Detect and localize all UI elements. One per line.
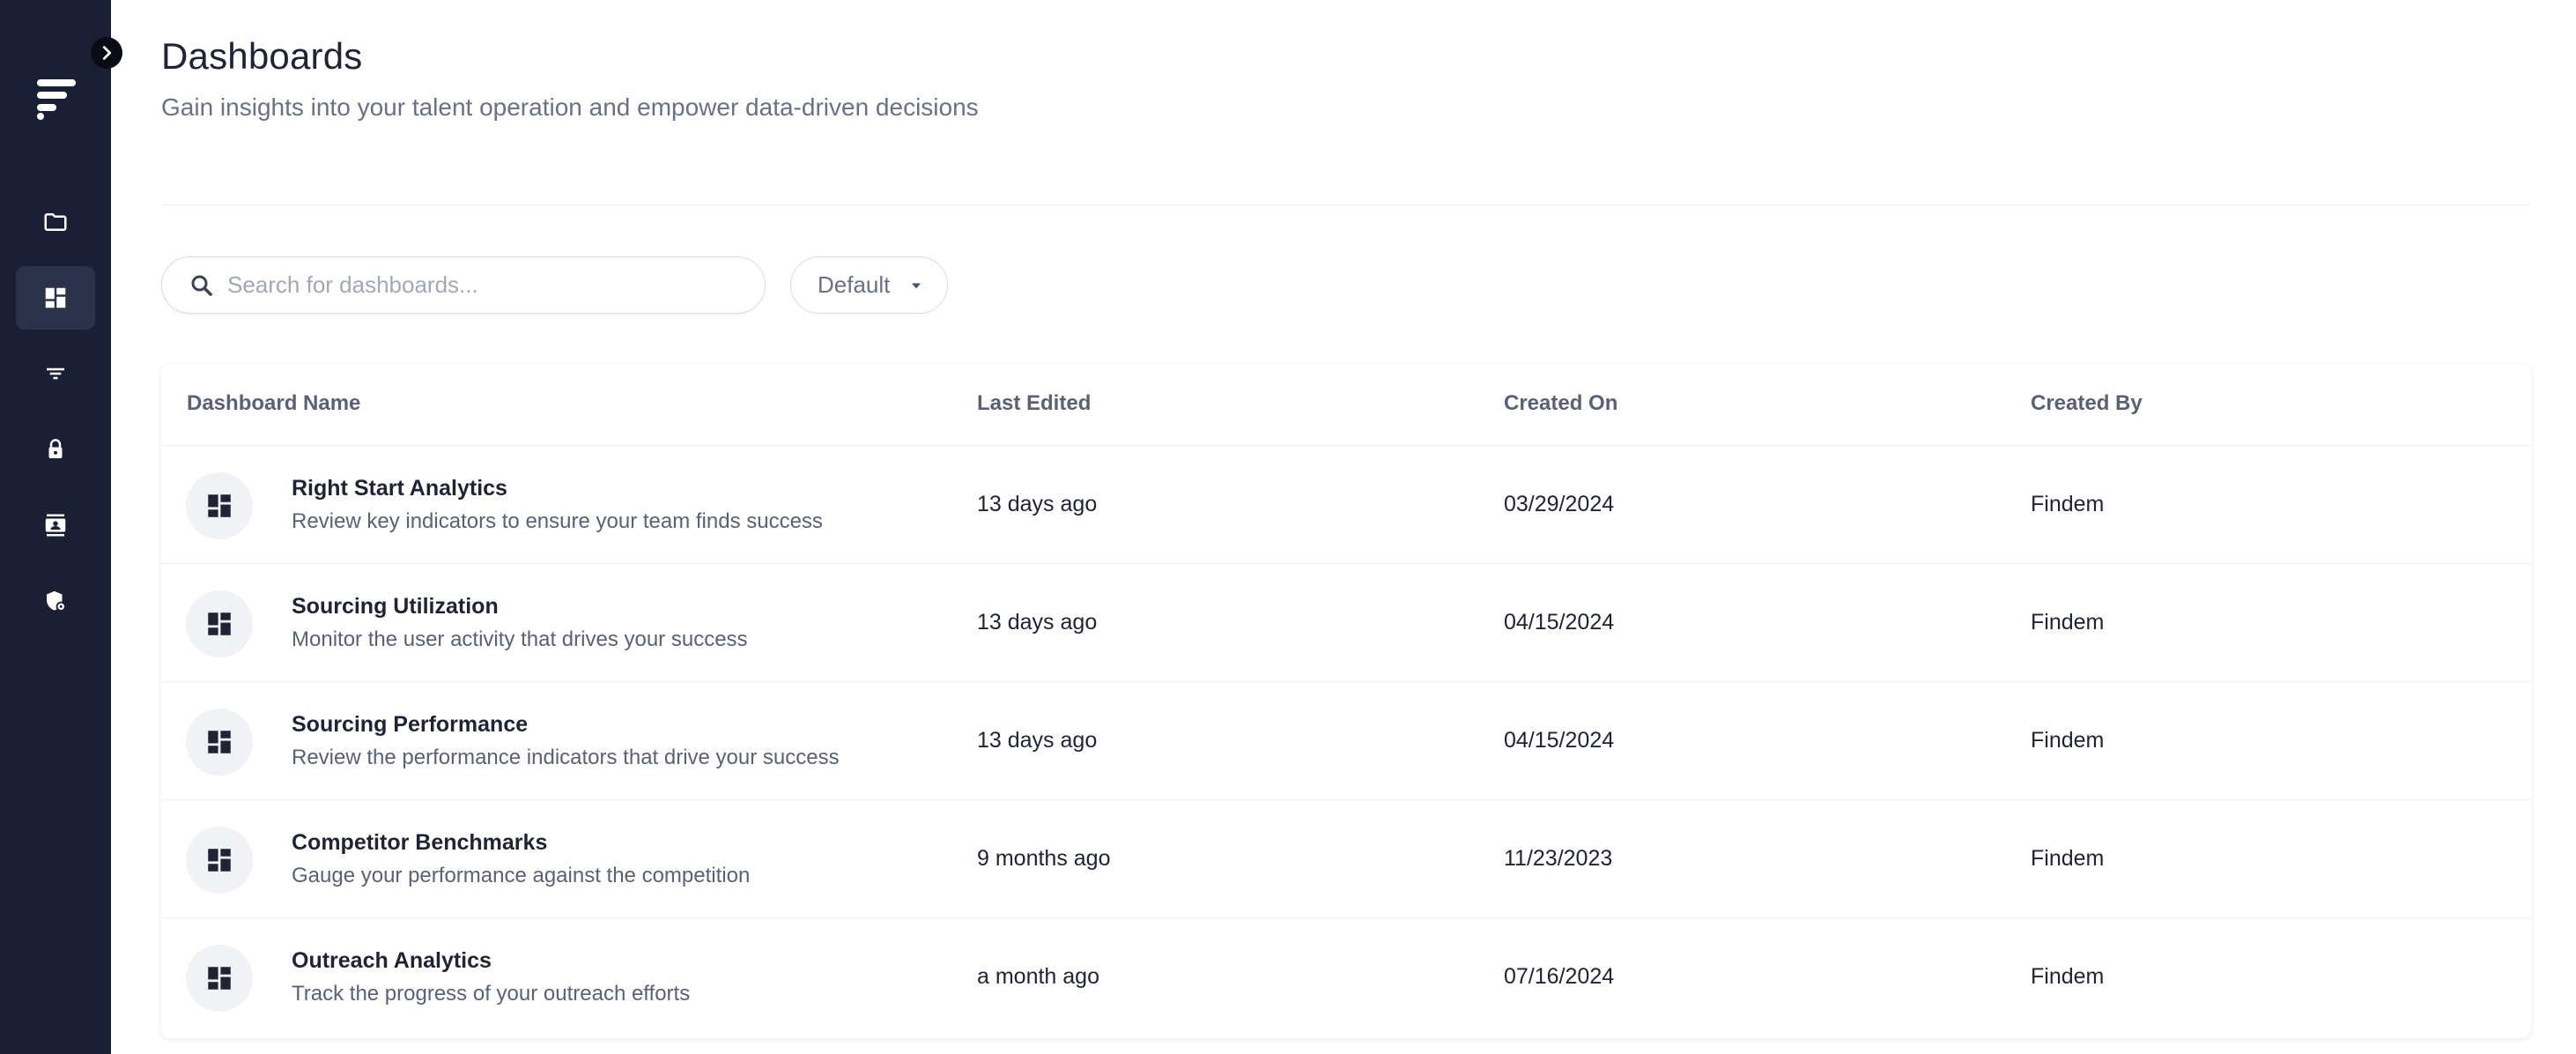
column-header-last-edited[interactable]: Last Edited xyxy=(977,391,1091,416)
dashboard-description: Gauge your performance against the compe… xyxy=(292,864,751,887)
sidebar xyxy=(0,0,111,1054)
search-input[interactable] xyxy=(227,271,721,299)
created-on-cell: 11/23/2023 xyxy=(1504,846,1613,871)
last-edited-cell: 13 days ago xyxy=(977,610,1098,635)
table-row[interactable]: Right Start Analytics Review key indicato… xyxy=(161,446,2531,564)
created-by-cell: Findem xyxy=(2031,846,2105,871)
sidebar-item-admin[interactable] xyxy=(16,569,95,633)
sidebar-item-dashboards[interactable] xyxy=(16,266,95,330)
dashboard-description: Review key indicators to ensure your tea… xyxy=(292,509,823,533)
shield-settings-icon xyxy=(47,590,66,612)
dashboard-icon xyxy=(45,287,66,308)
table-row[interactable]: Competitor Benchmarks Gauge your performa… xyxy=(161,800,2531,918)
search-box[interactable] xyxy=(161,256,766,314)
dashboard-name[interactable]: Sourcing Performance xyxy=(292,712,528,738)
sort-dropdown[interactable]: Default xyxy=(790,256,948,314)
dashboard-name[interactable]: Outreach Analytics xyxy=(292,948,492,974)
findem-logo-icon[interactable] xyxy=(35,78,79,122)
created-on-cell: 04/15/2024 xyxy=(1504,728,1615,753)
dashboard-icon xyxy=(208,612,231,635)
table-row[interactable]: Sourcing Performance Review the performan… xyxy=(161,682,2531,800)
last-edited-cell: 13 days ago xyxy=(977,728,1098,753)
dashboard-thumbnail xyxy=(186,945,253,1012)
sidebar-item-security[interactable] xyxy=(16,418,95,481)
dashboard-icon xyxy=(208,494,231,517)
dashboard-icon xyxy=(208,967,231,990)
created-by-cell: Findem xyxy=(2031,964,2105,989)
sidebar-expand-button[interactable] xyxy=(91,37,122,69)
caret-down-icon xyxy=(912,283,922,288)
app-root: Dashboards Gain insights into your talen… xyxy=(0,0,2576,1054)
last-edited-cell: 9 months ago xyxy=(977,846,1111,871)
dashboard-icon xyxy=(208,731,231,753)
folder-icon xyxy=(44,213,67,231)
search-icon xyxy=(191,275,212,296)
dashboard-thumbnail xyxy=(186,709,253,776)
dashboard-thumbnail xyxy=(186,590,253,657)
last-edited-cell: a month ago xyxy=(977,964,1099,989)
sidebar-item-filters[interactable] xyxy=(16,342,95,405)
created-on-cell: 07/16/2024 xyxy=(1504,964,1615,989)
created-on-cell: 04/15/2024 xyxy=(1504,610,1615,635)
dashboard-name[interactable]: Sourcing Utilization xyxy=(292,594,499,620)
created-on-cell: 03/29/2024 xyxy=(1504,492,1615,516)
table-row[interactable]: Outreach Analytics Track the progress of … xyxy=(161,918,2531,1036)
contact-card-icon xyxy=(45,514,66,537)
header-divider xyxy=(161,204,2531,205)
sort-dropdown-label: Default xyxy=(818,271,891,298)
dashboard-description: Track the progress of your outreach effo… xyxy=(292,982,691,1006)
sidebar-item-contacts[interactable] xyxy=(16,494,95,557)
column-header-created-by[interactable]: Created By xyxy=(2031,391,2143,416)
table-header: Dashboard Name Last Edited Created On Cr… xyxy=(161,364,2531,446)
dashboard-description: Review the performance indicators that d… xyxy=(292,746,840,769)
dashboard-description: Monitor the user activity that drives yo… xyxy=(292,627,748,651)
created-by-cell: Findem xyxy=(2031,728,2105,753)
sidebar-item-folders[interactable] xyxy=(16,190,95,254)
dashboard-name[interactable]: Right Start Analytics xyxy=(292,476,507,501)
last-edited-cell: 13 days ago xyxy=(977,492,1098,516)
created-by-cell: Findem xyxy=(2031,610,2105,635)
page-subtitle: Gain insights into your talent operation… xyxy=(161,93,979,121)
column-header-dashboard-name[interactable]: Dashboard Name xyxy=(187,391,360,416)
page-title: Dashboards xyxy=(161,35,363,77)
dashboards-table: Dashboard Name Last Edited Created On Cr… xyxy=(161,364,2531,1038)
table-row[interactable]: Sourcing Utilization Monitor the user act… xyxy=(161,564,2531,682)
created-by-cell: Findem xyxy=(2031,492,2105,516)
dashboard-thumbnail xyxy=(186,827,253,894)
dashboard-name[interactable]: Competitor Benchmarks xyxy=(292,830,547,856)
chevron-right-icon xyxy=(102,46,112,60)
filter-icon xyxy=(47,367,64,380)
lock-icon xyxy=(48,439,63,458)
dashboard-thumbnail xyxy=(186,472,253,539)
column-header-created-on[interactable]: Created On xyxy=(1504,391,1617,416)
dashboard-icon xyxy=(208,849,231,872)
